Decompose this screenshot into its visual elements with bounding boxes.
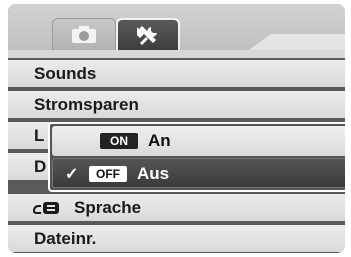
off-badge: OFF: [89, 166, 127, 182]
wrench-icon: [137, 26, 157, 45]
topbar-wedge: [249, 34, 345, 50]
menu-item-sounds[interactable]: Sounds: [8, 60, 345, 87]
option-label: An: [148, 131, 171, 150]
on-badge: ON: [100, 133, 138, 149]
menu-item-label: Sprache: [74, 198, 142, 217]
check-icon: ✓: [65, 166, 79, 183]
language-icon: [32, 201, 60, 220]
menu-item-label: L: [34, 126, 45, 145]
camera-settings-screen: Sounds Stromsparen L D Sprache Dateinr. …: [8, 4, 345, 253]
option-on[interactable]: ON An: [52, 126, 345, 156]
menu-item-sprache[interactable]: Sprache: [8, 194, 345, 221]
menu-item-label: D: [34, 157, 47, 176]
menu-item-label: Stromsparen: [34, 95, 139, 114]
menu-item-dateinr[interactable]: Dateinr.: [8, 225, 345, 252]
menu-item-label: Dateinr.: [34, 229, 97, 248]
menu-item-label: Sounds: [34, 64, 97, 83]
option-label: Aus: [137, 164, 170, 183]
tab-setup[interactable]: [116, 18, 180, 50]
tab-camera[interactable]: [52, 18, 116, 50]
tab-rail: [8, 50, 345, 58]
menu-item-stromsparen[interactable]: Stromsparen: [8, 91, 345, 118]
camera-icon: [72, 25, 96, 43]
option-popup: ON An ✓ OFF Aus: [48, 122, 345, 192]
option-off[interactable]: ✓ OFF Aus: [52, 158, 345, 188]
